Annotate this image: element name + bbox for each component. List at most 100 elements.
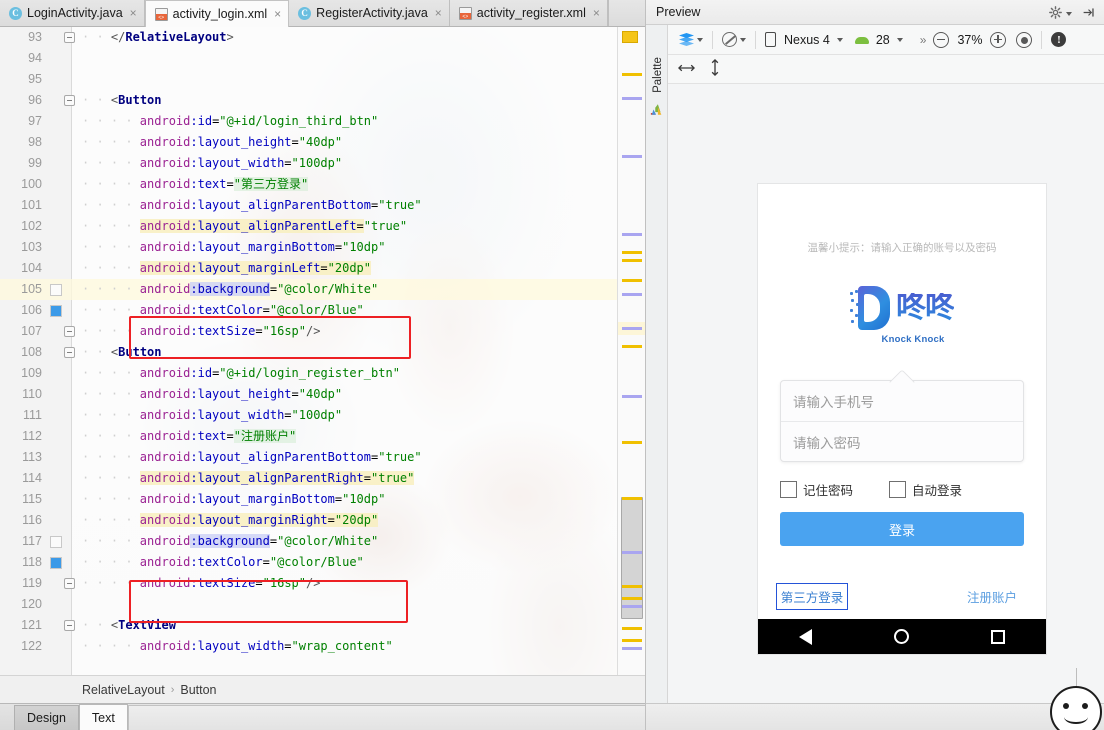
stripe-marker[interactable] [622,627,642,630]
code-line[interactable]: 118 · · · · android:textColor="@color/Blu… [0,552,645,573]
code-line[interactable]: 107 · · · · android:textSize="16sp"/> [0,321,645,342]
stripe-marker[interactable] [622,155,642,158]
editor-vertical-scrollbar-thumb[interactable] [621,497,643,619]
code-line[interactable]: 117 · · · · android:background="@color/Wh… [0,531,645,552]
code-line[interactable]: 96 · · <Button [0,90,645,111]
device-screen[interactable]: 温馨小提示：请输入正确的账号以及密码 咚咚 Knock Knock 请输入手机号… [758,184,1046,619]
code-line[interactable]: 97 · · · · android:id="@+id/login_third_b… [0,111,645,132]
error-stripe-marker-bar[interactable] [617,27,645,680]
stripe-marker[interactable] [622,251,642,254]
code-line[interactable]: 120 [0,594,645,615]
code-fold-toggle[interactable] [64,326,75,337]
login-button[interactable]: 登录 [780,512,1024,546]
tab-design[interactable]: Design [14,705,79,730]
editor-tab-3[interactable]: C RegisterActivity.java × [289,0,450,26]
code-line[interactable]: 116 · · · · android:layout_marginRight="2… [0,510,645,531]
code-line[interactable]: 106 · · · · android:textColor="@color/Blu… [0,300,645,321]
nav-recents-icon[interactable] [991,629,1005,644]
third-party-login-button[interactable]: 第三方登录 [776,583,848,610]
device-selector[interactable]: Nexus 4 [760,28,848,52]
code-fold-toggle[interactable] [64,347,75,358]
code-line[interactable]: 93 · · </RelativeLayout> [0,27,645,48]
tab-text[interactable]: Text [78,704,128,730]
stripe-marker[interactable] [622,97,642,100]
preview-canvas[interactable]: 温馨小提示：请输入正确的账号以及密码 咚咚 Knock Knock 请输入手机号… [668,84,1104,730]
api-dropdown-icon[interactable] [896,37,903,42]
close-icon[interactable]: × [435,6,442,20]
code-line[interactable]: 99 · · · · android:layout_width="100dp" [0,153,645,174]
gutter-color-swatch[interactable] [50,305,62,317]
code-line[interactable]: 102 · · · · android:layout_alignParentLef… [0,216,645,237]
stripe-marker[interactable] [622,497,642,500]
resize-vertical-icon[interactable] [709,59,721,79]
stripe-marker[interactable] [622,441,642,444]
stripe-marker[interactable] [622,233,642,236]
breadcrumb-child[interactable]: Button [180,683,216,697]
breadcrumb-parent[interactable]: RelativeLayout [82,683,165,697]
gear-icon[interactable] [1045,3,1065,21]
palette-label[interactable]: Palette [652,47,664,103]
code-line[interactable]: 114 · · · · android:layout_alignParentRig… [0,468,645,489]
stripe-marker[interactable] [622,639,642,642]
editor-tab-2[interactable]: activity_login.xml × [144,0,290,27]
stripe-marker[interactable] [622,605,642,608]
phone-input[interactable]: 请输入手机号 [781,381,1023,421]
stripe-marker[interactable] [622,551,642,554]
device-dropdown-icon[interactable] [836,37,843,42]
code-fold-toggle[interactable] [64,578,75,589]
checkbox-box[interactable] [780,480,797,498]
collapse-panel-icon[interactable] [1078,3,1098,21]
theme-button[interactable] [717,28,751,52]
code-line[interactable]: 112 · · · · android:text="注册账户" [0,426,645,447]
code-line[interactable]: 108 · · <Button [0,342,645,363]
code-line[interactable]: 104 · · · · android:layout_marginLeft="20… [0,258,645,279]
code-fold-toggle[interactable] [64,620,75,631]
palette-rail[interactable]: Palette [646,25,668,730]
code-line[interactable]: 100 · · · · android:text="第三方登录" [0,174,645,195]
stripe-marker[interactable] [622,647,642,650]
theme-dropdown-icon[interactable] [740,37,746,42]
code-line[interactable]: 110 · · · · android:layout_height="40dp" [0,384,645,405]
code-line[interactable]: 94 [0,48,645,69]
code-editor[interactable]: 93 · · </RelativeLayout> 94 95 96 · · <Button… [0,27,645,675]
code-line[interactable]: 101 · · · · android:layout_alignParentBot… [0,195,645,216]
close-icon[interactable]: × [130,6,137,20]
code-line[interactable]: 103 · · · · android:layout_marginBottom="… [0,237,645,258]
close-icon[interactable]: × [274,7,281,21]
device-frame[interactable]: 温馨小提示：请输入正确的账号以及密码 咚咚 Knock Knock 请输入手机号… [758,184,1046,654]
palette-icon[interactable] [650,103,664,116]
stripe-marker[interactable] [622,279,642,282]
stripe-marker[interactable] [622,597,642,600]
code-line[interactable]: 122 · · · · android:layout_width="wrap_co… [0,636,645,657]
code-line[interactable]: 105 · · · · android:background="@color/Wh… [0,279,645,300]
auto-login-checkbox[interactable]: 自动登录 [888,480,962,499]
checkbox-box[interactable] [888,480,906,498]
close-icon[interactable]: × [593,6,600,20]
gutter-color-swatch[interactable] [50,557,62,569]
code-lines[interactable]: 93 · · </RelativeLayout> 94 95 96 · · <Button… [0,27,645,675]
register-button[interactable]: 注册账户 [956,583,1028,610]
zoom-out-button[interactable] [928,28,954,52]
stripe-marker[interactable] [622,259,642,262]
toolbar-overflow-icon[interactable]: » [918,33,929,47]
stripe-marker[interactable] [622,585,642,588]
code-fold-toggle[interactable] [64,32,75,43]
password-input[interactable]: 请输入密码 [781,421,1023,461]
api-level-selector[interactable]: 28 [850,28,908,52]
code-line[interactable]: 119 · · · · android:textSize="16sp"/> [0,573,645,594]
nav-home-icon[interactable] [894,629,909,644]
stripe-top-marker[interactable] [622,31,638,43]
layers-button[interactable] [674,28,708,52]
code-line[interactable]: 95 [0,69,645,90]
zoom-in-button[interactable] [985,28,1011,52]
editor-tab-4[interactable]: activity_register.xml × [449,0,608,26]
editor-tab-1[interactable]: C LoginActivity.java × [0,0,145,26]
stripe-marker[interactable] [622,345,642,348]
stripe-marker[interactable] [622,395,642,398]
remember-password-checkbox[interactable]: 记住密码 [780,480,853,499]
stripe-marker[interactable] [622,293,642,296]
gutter-color-swatch[interactable] [50,536,62,548]
breadcrumb[interactable]: RelativeLayout › Button [0,675,645,703]
nav-back-icon[interactable] [799,628,812,645]
layers-dropdown-icon[interactable] [697,37,703,42]
